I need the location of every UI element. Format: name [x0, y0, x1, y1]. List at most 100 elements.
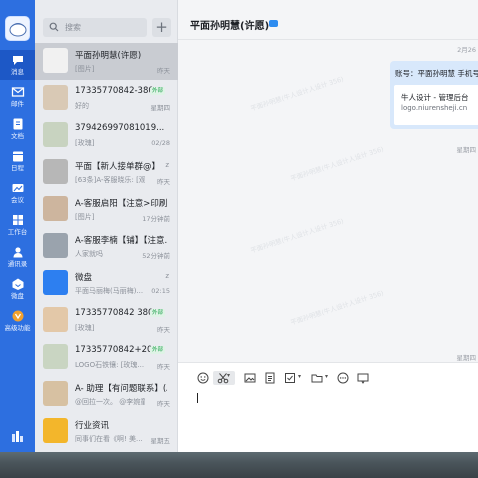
- file-icon[interactable]: [264, 372, 276, 384]
- more-icon[interactable]: [337, 372, 349, 384]
- conversation-item[interactable]: 平面【新人接单群@】 [63条]A-客服晓乐: [观... 昨天 ᴢ: [35, 154, 178, 191]
- conversation-list: 搜索 + 平面孙明慧(许愿) [图片] 昨天 17335770842-380... 好的…: [35, 0, 178, 452]
- add-button[interactable]: +: [152, 18, 171, 37]
- conversation-item[interactable]: 微盘 平面马丽梅(马丽梅)... 02:15 ᴢ: [35, 265, 178, 302]
- chat-pane: 平面孙明慧(许愿) 平面孙明慧(牛人设计人设计 356) 平面孙明慧(牛人设计人…: [178, 0, 478, 452]
- screen-icon[interactable]: [357, 372, 369, 384]
- conversation-avatar: [43, 85, 68, 110]
- card-body[interactable]: 牛人设计 - 管理后台 logo.niurensheji.cn: [394, 85, 478, 125]
- meeting-icon: [12, 184, 23, 192]
- message-icon: [12, 56, 23, 65]
- chat-title[interactable]: 平面孙明慧(许愿): [190, 17, 269, 32]
- nav-label: 会议: [11, 196, 24, 204]
- conversation-preview: [63条]A-客服晓乐: [观...: [75, 176, 145, 184]
- nav-item-contacts[interactable]: 通讯录: [0, 242, 35, 272]
- nav-item-meeting[interactable]: 会议: [0, 178, 35, 208]
- message-composer[interactable]: [178, 362, 478, 452]
- watermark: 平面孙明慧(牛人设计人设计 356): [249, 217, 345, 255]
- calendar-icon: [12, 151, 23, 162]
- nav-item-workbench[interactable]: 工作台: [0, 210, 35, 240]
- conversation-item[interactable]: 17335770842-380... 好的 星期四 外部: [35, 80, 178, 117]
- conversation-preview: 人家就吗: [75, 250, 103, 258]
- conversation-name: A- 助理【有问题联系】(A...: [75, 384, 167, 394]
- nav-label: 工作台: [7, 228, 28, 236]
- nav-item-docs[interactable]: 文档: [0, 114, 35, 144]
- app-logo[interactable]: [5, 16, 30, 41]
- nav-item-drive[interactable]: 微盘: [0, 274, 35, 304]
- link-card-message[interactable]: 账号：平面孙明慧 手机号 牛人设计 - 管理后台 logo.niurenshej…: [390, 61, 478, 129]
- conversation-item[interactable]: 行业资讯 同事们在看《啊! 美... 星期五: [35, 413, 178, 450]
- message-timestamp: 星期四: [456, 354, 477, 362]
- desktop-background: [0, 452, 478, 478]
- conversation-name: 379426997081019...: [75, 123, 165, 133]
- scissors-icon[interactable]: [213, 371, 235, 385]
- image-icon[interactable]: [244, 372, 256, 384]
- conversation-name: 行业资讯: [75, 421, 110, 431]
- conversation-preview: 平面马丽梅(马丽梅)...: [75, 287, 144, 295]
- conversation-item[interactable]: A-客服李楠【铺】【注意... 人家就吗 52分钟前: [35, 228, 178, 265]
- conversation-item[interactable]: A-客服启阳【注意>印刷... [图片] 17分钟前: [35, 191, 178, 228]
- message-date: 2月26: [457, 46, 476, 54]
- search-placeholder: 搜索: [65, 23, 81, 32]
- nav-rail: 消息 邮件 文档 日程 会议 工作台 通讯录 微盘 高级功能: [0, 0, 35, 452]
- external-tag: 外部: [149, 87, 165, 95]
- mute-icon: ᴢ: [165, 272, 169, 280]
- emoji-icon[interactable]: [197, 372, 209, 384]
- conversation-preview: 好的: [75, 102, 89, 110]
- external-tag: 外部: [149, 346, 165, 354]
- nav-label: 文档: [11, 132, 24, 140]
- nav-item-mail[interactable]: 邮件: [0, 82, 35, 112]
- conversation-avatar: [43, 233, 68, 258]
- message-area[interactable]: 平面孙明慧(牛人设计人设计 356) 平面孙明慧(牛人设计人设计 356) 平面…: [178, 40, 478, 362]
- nav-label: 微盘: [11, 292, 24, 300]
- watermark: 平面孙明慧(牛人设计人设计 356): [289, 289, 385, 327]
- nav-item-calendar[interactable]: 日程: [0, 146, 35, 176]
- conversation-item[interactable]: 379426997081019... [玫瑰] 02/28: [35, 117, 178, 154]
- document-icon: [13, 118, 22, 130]
- search-input[interactable]: 搜索: [43, 18, 147, 37]
- conversation-preview: [图片]: [75, 213, 95, 221]
- nav-item-messages[interactable]: 消息: [0, 50, 35, 80]
- nav-item-advanced[interactable]: 高级功能: [0, 306, 35, 336]
- conversation-time: 昨天: [157, 67, 170, 75]
- conversation-time: 星期五: [150, 437, 171, 445]
- conversation-avatar: [43, 196, 68, 221]
- conversation-avatar: [43, 381, 68, 406]
- conversation-name: A-客服启阳【注意>印刷...: [75, 199, 167, 209]
- conversation-preview: [玫瑰]: [75, 324, 95, 332]
- nav-label: 通讯录: [7, 260, 28, 268]
- conversation-avatar: [43, 418, 68, 443]
- nav-label: 高级功能: [4, 324, 31, 332]
- conversation-avatar: [43, 159, 68, 184]
- conversation-time: 17分钟前: [142, 215, 170, 223]
- conversation-time: 昨天: [157, 363, 170, 371]
- conversation-time: 52分钟前: [142, 252, 170, 260]
- card-url: logo.niurensheji.cn: [401, 104, 468, 112]
- conversation-avatar: [43, 48, 68, 73]
- card-title: 牛人设计 - 管理后台: [401, 93, 469, 102]
- wecom-window: 消息 邮件 文档 日程 会议 工作台 通讯录 微盘 高级功能 搜索 + 平面孙明…: [0, 0, 478, 452]
- conversation-name: 平面孙明慧(许愿): [75, 51, 142, 61]
- task-icon[interactable]: [284, 372, 301, 384]
- conversation-item[interactable]: 17335770842+20... LOGO石铁镶: [玫瑰... 昨天 外部: [35, 339, 178, 376]
- watermark: 平面孙明慧(牛人设计人设计 356): [289, 145, 385, 183]
- search-icon: [49, 22, 59, 32]
- mute-icon: ᴢ: [165, 161, 169, 169]
- advanced-features-icon: [12, 310, 23, 322]
- conversation-preview: [玫瑰]: [75, 139, 95, 147]
- conversation-name: 平面【新人接单群@】: [75, 162, 161, 172]
- contacts-icon: [13, 247, 22, 258]
- conversation-item[interactable]: A- 助理【有问题联系】(A... @回拉一次。 @李婉童 昨天: [35, 376, 178, 413]
- conversation-item[interactable]: 17335770842 380... [玫瑰] 昨天 外部: [35, 302, 178, 339]
- conversation-avatar: [43, 307, 68, 332]
- workbench-icon: [12, 215, 23, 225]
- wecom-badge-icon: [269, 20, 278, 27]
- conversation-item[interactable]: 平面孙明慧(许愿) [图片] 昨天: [35, 43, 178, 80]
- conversation-name: A-客服李楠【铺】【注意...: [75, 236, 167, 246]
- conversation-preview: @回拉一次。 @李婉童: [75, 398, 145, 406]
- mail-icon: [11, 87, 24, 97]
- folder-icon[interactable]: [311, 372, 328, 384]
- conversation-preview: LOGO石铁镶: [玫瑰...: [75, 361, 145, 369]
- menu-icon[interactable]: [11, 430, 24, 442]
- card-header: 账号：平面孙明慧 手机号: [395, 69, 478, 78]
